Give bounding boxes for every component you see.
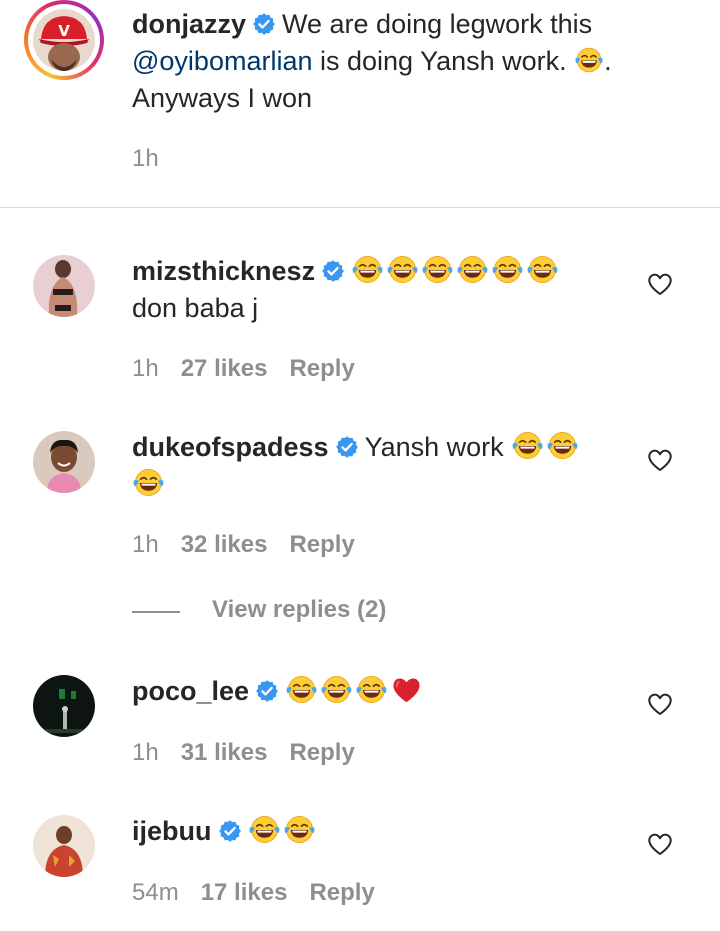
mention-link[interactable]: @oyibomarlian <box>132 46 312 76</box>
comment-time: 1h <box>132 531 159 558</box>
verified-badge-icon <box>255 679 279 703</box>
reply-button[interactable]: Reply <box>309 879 374 906</box>
caption-text-part2: is doing Yansh work. <box>320 46 567 76</box>
caption-text-part1: We are doing legwork this <box>282 9 593 39</box>
comment-likes[interactable]: 32 likes <box>181 531 268 558</box>
caption-second-line: Anyways I won <box>132 83 313 113</box>
svg-text:V: V <box>58 22 70 40</box>
laughing-emoji-icon <box>248 813 281 846</box>
comment-likes[interactable]: 17 likes <box>201 879 288 906</box>
comment-username[interactable]: ijebuu <box>132 816 212 846</box>
comment-likes[interactable]: 31 likes <box>181 739 268 766</box>
like-heart-icon[interactable] <box>647 692 673 716</box>
comment-4-meta: 54m 17 likes Reply <box>132 879 397 907</box>
verified-badge-icon <box>252 12 276 36</box>
laughing-emoji-icon <box>355 673 388 706</box>
verified-badge-icon <box>335 435 359 459</box>
verified-badge-icon <box>321 259 345 283</box>
view-replies-line <box>132 611 180 613</box>
comment-body: Yansh work <box>364 432 504 462</box>
avatar-poco-lee[interactable] <box>33 675 95 737</box>
red-heart-emoji-icon <box>390 673 423 706</box>
caption-text: donjazzy We are doing legwork this @oyibo… <box>132 6 692 117</box>
avatar-ijebuu[interactable] <box>33 815 95 877</box>
comment-3-meta: 1h 31 likes Reply <box>132 739 377 767</box>
laughing-emoji-icon <box>285 673 318 706</box>
comment-time: 1h <box>132 355 159 382</box>
divider <box>0 207 720 208</box>
like-heart-icon[interactable] <box>647 832 673 856</box>
comment-likes[interactable]: 27 likes <box>181 355 268 382</box>
laughing-emoji-icon <box>574 45 604 75</box>
laughing-emoji-icon <box>456 253 489 286</box>
caption-period: . <box>604 46 612 76</box>
laughing-emoji-icon <box>386 253 419 286</box>
comment-1-text: mizsthicknesz don baba j <box>132 253 632 327</box>
laughing-emoji-icon <box>511 429 544 462</box>
comment-2-meta: 1h 32 likes Reply <box>132 531 377 559</box>
comment-username[interactable]: dukeofspadess <box>132 432 329 462</box>
avatar-mizsthicknesz[interactable] <box>33 255 95 317</box>
caption-username[interactable]: donjazzy <box>132 9 246 39</box>
laughing-emoji-icon <box>351 253 384 286</box>
reply-button[interactable]: Reply <box>289 355 354 382</box>
comment-3-text: poco_lee <box>132 673 632 710</box>
view-replies-label[interactable]: View replies (2) <box>212 596 386 624</box>
comment-time: 54m <box>132 879 179 906</box>
comment-username[interactable]: mizsthicknesz <box>132 256 315 286</box>
comment-time: 1h <box>132 739 159 766</box>
caption-time: 1h <box>132 145 159 172</box>
verified-badge-icon <box>218 819 242 843</box>
comment-username[interactable]: poco_lee <box>132 676 249 706</box>
laughing-emoji-icon <box>421 253 454 286</box>
laughing-emoji-icon <box>132 466 165 499</box>
reply-button[interactable]: Reply <box>289 739 354 766</box>
laughing-emoji-icon <box>320 673 353 706</box>
comment-4-text: ijebuu <box>132 813 632 850</box>
like-heart-icon[interactable] <box>647 272 673 296</box>
laughing-emoji-icon <box>546 429 579 462</box>
reply-button[interactable]: Reply <box>289 531 354 558</box>
post-caption: V donjazzy We are doing legwork this @oyi… <box>0 0 720 207</box>
avatar-dukeofspadess[interactable] <box>33 431 95 493</box>
laughing-emoji-icon <box>526 253 559 286</box>
comment-body: don baba j <box>132 293 259 323</box>
avatar-donjazzy[interactable]: V <box>33 9 95 71</box>
like-heart-icon[interactable] <box>647 448 673 472</box>
laughing-emoji-icon <box>283 813 316 846</box>
comment-2-text: dukeofspadess Yansh work <box>132 429 632 503</box>
laughing-emoji-icon <box>491 253 524 286</box>
caption-meta: 1h <box>132 145 181 173</box>
comment-1-meta: 1h 27 likes Reply <box>132 355 377 383</box>
